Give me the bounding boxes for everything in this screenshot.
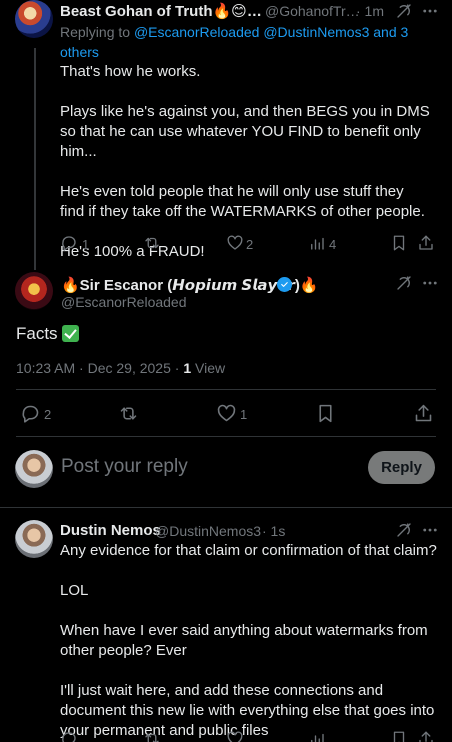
grok-icon[interactable] (395, 2, 413, 20)
bookmark-icon[interactable] (390, 730, 408, 742)
bookmark-icon[interactable] (390, 234, 408, 252)
tweet-meta: 10:23 AM · Dec 29, 2025 · 1 View (16, 360, 225, 376)
grok-icon[interactable] (395, 521, 413, 539)
share-icon[interactable] (413, 403, 434, 424)
grok-icon[interactable] (395, 274, 413, 292)
replying-to: Replying to @EscanorReloaded @DustinNemo… (60, 22, 420, 62)
reply-icon[interactable] (60, 234, 78, 252)
tweet-time[interactable]: · 1s (262, 523, 285, 539)
tweet-time[interactable]: · 1m (356, 3, 384, 19)
divider (16, 389, 436, 390)
more-icon[interactable] (420, 2, 440, 20)
reply-input[interactable]: Post your reply (61, 456, 351, 478)
repost-icon[interactable] (143, 234, 161, 252)
like-icon[interactable] (226, 730, 244, 742)
reply-count: 2 (44, 407, 52, 422)
more-icon[interactable] (420, 274, 440, 292)
view-label: View (195, 360, 226, 376)
like-count: 2 (246, 237, 254, 252)
author-name[interactable]: Dustin Nemos (60, 522, 161, 539)
reply-button[interactable]: Reply (368, 451, 435, 484)
views-icon[interactable] (308, 730, 326, 742)
avatar[interactable] (15, 272, 53, 310)
verified-icon (277, 277, 292, 292)
tweet-body-text: Facts (16, 324, 58, 343)
divider (16, 436, 436, 437)
author-handle[interactable]: @DustinNemos3 (155, 523, 261, 539)
reply-icon[interactable] (60, 730, 78, 742)
like-icon[interactable] (226, 234, 244, 252)
check-mark-emoji-icon (61, 325, 79, 342)
avatar[interactable] (15, 0, 53, 38)
like-count: 1 (240, 407, 248, 422)
like-icon[interactable] (216, 403, 237, 424)
more-icon[interactable] (420, 521, 440, 539)
timestamp[interactable]: 10:23 AM · Dec 29, 2025 · (16, 360, 183, 376)
repost-icon[interactable] (118, 403, 139, 424)
replying-prefix: Replying to (60, 24, 134, 40)
views-icon[interactable] (308, 234, 326, 252)
author-handle[interactable]: @EscanorReloaded (61, 294, 187, 310)
avatar[interactable] (15, 520, 53, 558)
views-count: 4 (329, 237, 337, 252)
thread-line (34, 48, 36, 270)
tweet-body: Facts (16, 323, 79, 345)
tweet-body: Any evidence for that claim or confirmat… (60, 542, 437, 739)
reply-icon[interactable] (20, 403, 41, 424)
share-icon[interactable] (417, 234, 435, 252)
share-icon[interactable] (417, 730, 435, 742)
tweet-body: That's how he works. Plays like he's aga… (60, 63, 430, 260)
author-handle[interactable]: @GohanofTr… (265, 3, 360, 19)
author-name[interactable]: Beast Gohan of Truth🔥😊… (60, 2, 262, 20)
repost-icon[interactable] (143, 730, 161, 742)
reply-count: 1 (82, 237, 90, 252)
view-count: 1 (183, 360, 192, 376)
bookmark-icon[interactable] (315, 403, 336, 424)
avatar (15, 450, 53, 488)
divider (0, 507, 452, 508)
